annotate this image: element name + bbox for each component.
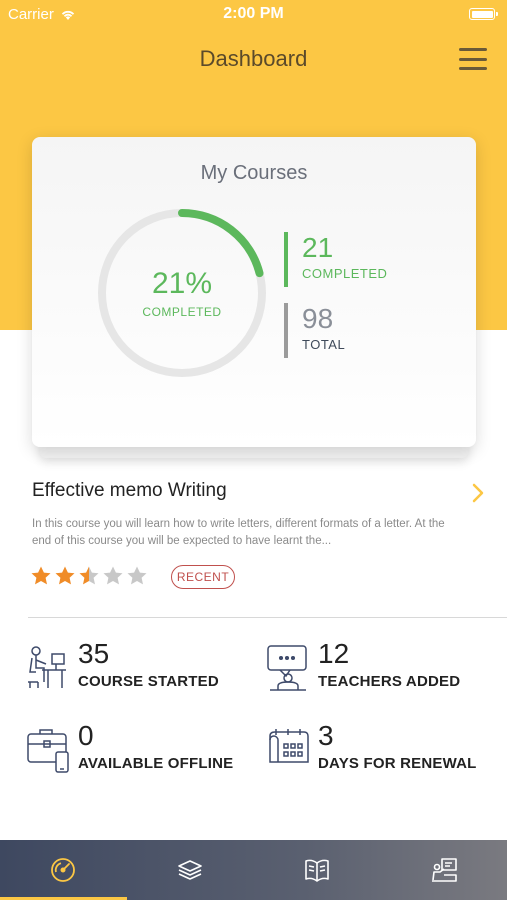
teacher-board-icon — [267, 645, 307, 691]
presentation-icon — [431, 858, 457, 882]
star-icon — [55, 566, 75, 585]
stat-available-offline[interactable]: 0 AVAILABLE OFFLINE — [26, 720, 256, 786]
recent-course[interactable]: Effective memo Writing — [32, 480, 492, 502]
percent-value: 21% — [151, 267, 213, 300]
book-icon — [305, 859, 329, 882]
stat-value: 3 — [318, 720, 334, 751]
stat-value: 35 — [78, 638, 110, 669]
completed-value: 21 — [302, 232, 334, 263]
star-icon — [79, 566, 99, 585]
rating-stars — [30, 565, 148, 587]
tab-bar — [0, 840, 507, 900]
stat-course-started[interactable]: 35 COURSE STARTED — [26, 638, 256, 704]
donut-label: 21% COMPLETED — [94, 205, 270, 381]
star-icon — [103, 566, 123, 585]
stat-label: COURSE STARTED — [78, 673, 219, 690]
stat-days-renewal[interactable]: 3 DAYS FOR RENEWAL — [266, 720, 496, 786]
stat-teachers-added[interactable]: 12 TEACHERS ADDED — [266, 638, 496, 704]
stat-value: 0 — [78, 720, 94, 751]
my-courses-card[interactable]: My Courses 21% COMPLETED 21 COMPLETED 98… — [32, 137, 476, 447]
card-title: My Courses — [200, 162, 308, 184]
tab-library[interactable] — [254, 840, 381, 900]
completed-stat: 21 COMPLETED — [284, 232, 387, 287]
student-desk-icon — [28, 646, 66, 688]
percent-label: COMPLETED — [142, 305, 222, 319]
stat-label: TEACHERS ADDED — [318, 673, 461, 690]
layers-icon — [178, 860, 202, 880]
status-time: 2:00 PM — [223, 5, 284, 22]
star-icon — [31, 566, 51, 585]
page-title: Dashboard — [199, 46, 308, 71]
tab-courses[interactable] — [127, 840, 254, 900]
total-stat: 98 TOTAL — [284, 303, 345, 358]
tab-dashboard[interactable] — [0, 840, 127, 900]
completed-label: COMPLETED — [302, 266, 388, 281]
star-icon — [127, 566, 147, 585]
recent-badge: RECENT — [171, 565, 235, 589]
total-bar — [284, 303, 288, 358]
course-description: In this course you will learn how to wri… — [32, 518, 445, 547]
dashboard-gauge-icon — [51, 858, 76, 882]
status-bar: Carrier 2:00 PM — [0, 0, 507, 28]
tab-classroom[interactable] — [380, 840, 507, 900]
total-value: 98 — [302, 303, 334, 334]
total-label: TOTAL — [302, 337, 346, 352]
stat-value: 12 — [318, 638, 350, 669]
divider — [28, 617, 507, 618]
course-title[interactable]: Effective memo Writing — [32, 480, 492, 502]
calendar-icon — [269, 729, 309, 763]
completed-bar — [284, 232, 288, 287]
briefcase-phone-icon — [27, 729, 69, 773]
chevron-right-icon[interactable] — [470, 482, 486, 504]
battery-icon — [469, 8, 498, 20]
stat-label: DAYS FOR RENEWAL — [318, 755, 477, 772]
hamburger-menu-icon[interactable] — [459, 48, 487, 70]
stat-label: AVAILABLE OFFLINE — [78, 755, 234, 772]
